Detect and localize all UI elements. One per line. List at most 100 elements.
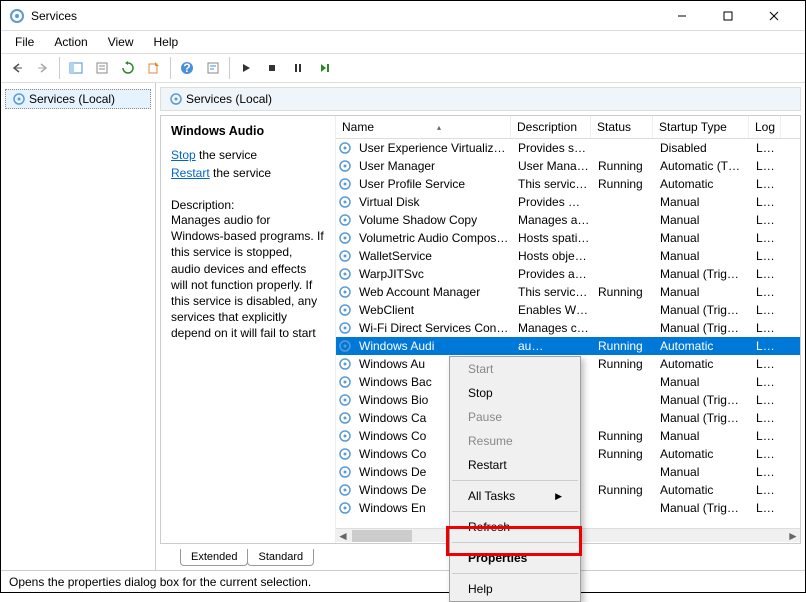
description-label: Description: [171, 198, 325, 212]
scroll-thumb[interactable] [352, 530, 412, 542]
start-service-button[interactable] [234, 56, 258, 80]
table-row[interactable]: Web Account ManagerThis service …Running… [336, 283, 800, 301]
col-logon[interactable]: Log [749, 116, 781, 138]
cell-status: Running [594, 159, 656, 173]
gear-icon [338, 339, 352, 353]
show-hide-tree-button[interactable] [64, 56, 88, 80]
restart-link[interactable]: Restart [171, 166, 210, 180]
col-startup-type[interactable]: Startup Type [653, 116, 749, 138]
cell-logon: Loca [752, 501, 784, 515]
ctx-restart[interactable]: Restart [450, 453, 580, 477]
refresh-button[interactable] [116, 56, 140, 80]
cell-name: Volume Shadow Copy [355, 213, 514, 227]
cell-startup: Manual (Trig… [656, 267, 752, 281]
restart-service-button[interactable] [312, 56, 336, 80]
maximize-button[interactable] [705, 1, 751, 31]
second-help-button[interactable] [201, 56, 225, 80]
stop-link[interactable]: Stop [171, 148, 196, 162]
pause-service-button[interactable] [286, 56, 310, 80]
cell-logon: Loca [752, 267, 784, 281]
cell-description: Provides su… [514, 141, 594, 155]
table-row[interactable]: WarpJITSvcProvides a JI…Manual (Trig…Loc… [336, 265, 800, 283]
minimize-button[interactable] [659, 1, 705, 31]
back-button[interactable] [5, 56, 29, 80]
menu-view[interactable]: View [100, 33, 142, 51]
cell-description: Provides a JI… [514, 267, 594, 281]
table-row[interactable]: Volume Shadow CopyManages an…ManualLoca [336, 211, 800, 229]
ctx-refresh[interactable]: Refresh [450, 515, 580, 539]
gear-icon [338, 375, 352, 389]
help-button[interactable]: ? [175, 56, 199, 80]
cell-logon: Loca [752, 285, 784, 299]
gear-icon [338, 231, 352, 245]
close-button[interactable] [751, 1, 797, 31]
stop-suffix: the service [196, 148, 257, 162]
statusbar: Opens the properties dialog box for the … [1, 570, 805, 592]
export-button[interactable] [142, 56, 166, 80]
gear-icon [338, 465, 352, 479]
gear-icon [338, 393, 352, 407]
menu-file[interactable]: File [7, 33, 42, 51]
tab-standard[interactable]: Standard [247, 549, 314, 566]
col-name[interactable]: Name▴ [336, 116, 511, 138]
gear-icon [338, 411, 352, 425]
cell-logon: Loca [752, 447, 784, 461]
cell-startup: Automatic (T… [656, 159, 752, 173]
menu-action[interactable]: Action [46, 33, 95, 51]
tab-extended[interactable]: Extended [180, 549, 248, 566]
ctx-all-tasks[interactable]: All Tasks▶ [450, 484, 580, 508]
titlebar: Services [1, 1, 805, 31]
menu-help[interactable]: Help [146, 33, 187, 51]
scroll-right-icon[interactable]: ► [786, 529, 800, 543]
cell-startup: Automatic [656, 177, 752, 191]
table-row[interactable]: Windows Audiau…RunningAutomaticLoca [336, 337, 800, 355]
cell-logon: Loca [752, 159, 784, 173]
col-description[interactable]: Description [511, 116, 591, 138]
table-row[interactable]: User Experience Virtualizati…Provides su… [336, 139, 800, 157]
cell-logon: Loca [752, 465, 784, 479]
table-row[interactable]: WebClientEnables Win…Manual (Trig…Loca [336, 301, 800, 319]
cell-logon: Loca [752, 303, 784, 317]
col-status[interactable]: Status [591, 116, 653, 138]
cell-startup: Manual [656, 231, 752, 245]
table-row[interactable]: WalletServiceHosts objec…ManualLoca [336, 247, 800, 265]
cell-logon: Loca [752, 249, 784, 263]
table-row[interactable]: Wi-Fi Direct Services Conne…Manages co…M… [336, 319, 800, 337]
ctx-pause: Pause [450, 405, 580, 429]
gear-icon [338, 159, 352, 173]
cell-startup: Manual [656, 249, 752, 263]
cell-name: Web Account Manager [355, 285, 514, 299]
ctx-properties[interactable]: Properties [450, 546, 580, 570]
menubar: File Action View Help [1, 31, 805, 53]
stop-service-button[interactable] [260, 56, 284, 80]
scroll-left-icon[interactable]: ◄ [336, 529, 350, 543]
gear-icon [338, 321, 352, 335]
cell-logon: Loca [752, 411, 784, 425]
table-row[interactable]: User Profile ServiceThis service …Runnin… [336, 175, 800, 193]
ctx-stop[interactable]: Stop [450, 381, 580, 405]
tree-node-services-local[interactable]: Services (Local) [5, 89, 151, 109]
cell-name: User Experience Virtualizati… [355, 141, 514, 155]
table-row[interactable]: Virtual DiskProvides m…ManualLoca [336, 193, 800, 211]
description-text: Manages audio for Windows-based programs… [171, 212, 325, 342]
cell-description: This service … [514, 177, 594, 191]
cell-description: User Manag… [514, 159, 594, 173]
cell-startup: Manual (Trig… [656, 321, 752, 335]
table-row[interactable]: Volumetric Audio Composit…Hosts spatia…M… [336, 229, 800, 247]
gear-icon [338, 177, 352, 191]
table-row[interactable]: User ManagerUser Manag…RunningAutomatic … [336, 157, 800, 175]
gear-icon [338, 357, 352, 371]
cell-logon: Loca [752, 357, 784, 371]
cell-logon: Loca [752, 483, 784, 497]
gear-icon [338, 249, 352, 263]
properties-button[interactable] [90, 56, 114, 80]
forward-button[interactable] [31, 56, 55, 80]
gear-icon [338, 483, 352, 497]
cell-status: Running [594, 483, 656, 497]
ctx-help[interactable]: Help [450, 577, 580, 601]
toolbar: ? [1, 53, 805, 83]
gear-icon [338, 303, 352, 317]
gear-icon [338, 285, 352, 299]
pane-header-title: Services (Local) [186, 92, 272, 106]
app-icon [9, 8, 25, 24]
